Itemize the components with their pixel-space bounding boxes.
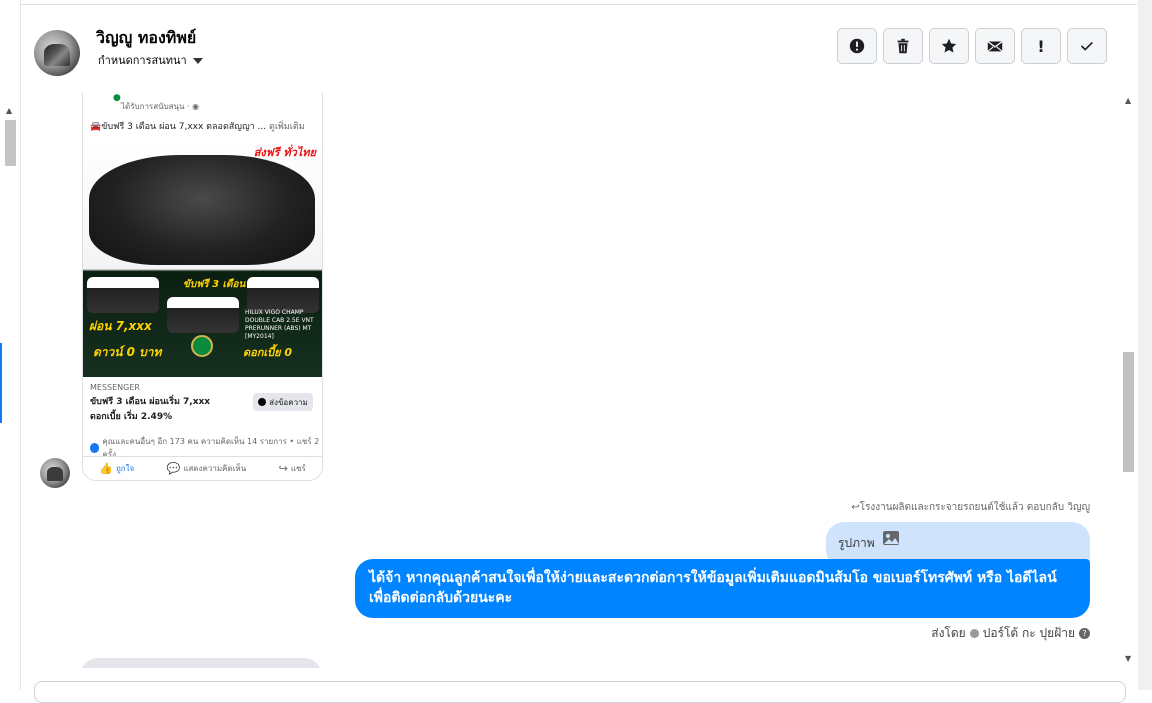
car-thumb-left: [87, 277, 159, 313]
post-actions: 👍 ถูกใจ 💬 แสดงความคิดเห็น ↪ แชร์: [83, 456, 322, 479]
envelope-icon: [987, 40, 1003, 52]
trash-icon: [897, 38, 909, 54]
send-message-button[interactable]: ส่งข้อความ: [253, 393, 313, 411]
post-sponsored-label: ได้รับการสนับสนุน · ◉: [121, 102, 200, 111]
messenger-icon: [258, 398, 267, 406]
sent-by-label: ส่งโดย ปอร์โต้ กะ ปุยฝ้าย ?: [931, 624, 1090, 643]
post-share-button[interactable]: ↪ แชร์: [279, 462, 306, 475]
post-ad-image[interactable]: ส่งฟรี ทั่วไทย ขับฟรี 3 เดือน ผ่อน 7,xxx…: [83, 137, 322, 377]
post-like-button[interactable]: 👍 ถูกใจ: [99, 462, 134, 475]
send-message-label: ส่งข้อความ: [269, 397, 308, 407]
reply-arrow-icon: ↩: [851, 502, 860, 513]
cta-title: ขับฟรี 3 เดือน ผ่อนเริ่ม 7,xxx ดอกเบี้ย …: [90, 397, 211, 422]
delete-button[interactable]: [883, 28, 923, 64]
message-thread[interactable]: ● ได้รับการสนับสนุน · ◉ 🚘ขับฟรี 3 เดือน …: [21, 92, 1121, 668]
active-conversation-indicator: [0, 343, 2, 423]
reply-context: ↩โรงงานผลิตและกระจายรถยนต์ใช้แล้ว ตอบกลั…: [851, 502, 1090, 513]
message-composer[interactable]: [34, 681, 1126, 703]
car-thumb-center: [167, 297, 239, 333]
share-label: แชร์: [290, 463, 306, 473]
post-text: 🚘ขับฟรี 3 เดือน ผ่อน 7,xxx ตลอดสัญญา ...…: [90, 122, 305, 132]
post-page-name: ●: [113, 93, 121, 103]
share-icon: ↪: [278, 461, 288, 475]
comment-icon: 💬: [166, 461, 181, 475]
report-button[interactable]: [837, 28, 877, 64]
conversation-settings-label: กำหนดการสนทนา: [98, 54, 187, 67]
check-icon: [1081, 41, 1093, 51]
incoming-message-bubble[interactable]: [80, 658, 322, 668]
car-photo: [89, 155, 315, 265]
see-more-link[interactable]: ดูเพิ่มเติม: [269, 122, 305, 132]
ad-logo-icon: [191, 335, 213, 357]
contact-name[interactable]: วิญญู ทองทิพย์: [96, 26, 196, 51]
header-actions: !: [837, 28, 1107, 64]
ad-model-text: HILUX VIGO CHAMP DOUBLE CAB 2.5E VNT PRE…: [245, 309, 314, 340]
star-button[interactable]: [929, 28, 969, 64]
help-icon[interactable]: ?: [1079, 628, 1090, 639]
shared-post-card[interactable]: ● ได้รับการสนับสนุน · ◉ 🚘ขับฟรี 3 เดือน …: [82, 92, 323, 481]
exclamation-icon: !: [1037, 36, 1045, 56]
cta-source: MESSENGER: [90, 383, 140, 392]
like-reaction-icon: [90, 443, 100, 453]
caret-down-icon: [192, 58, 203, 64]
done-button[interactable]: [1067, 28, 1107, 64]
scroll-down-icon[interactable]: ▼: [1125, 654, 1131, 663]
conversation-header: วิญญู ทองทิพย์ กำหนดการสนทนา !: [21, 4, 1137, 93]
right-gutter: [1138, 0, 1152, 690]
conversation-settings-menu[interactable]: กำหนดการสนทนา: [98, 51, 203, 69]
thread-scrollbar[interactable]: ▲ ▼: [1121, 92, 1137, 668]
like-label: ถูกใจ: [115, 463, 135, 473]
avatar[interactable]: [34, 30, 80, 76]
image-label: รูปภาพ: [838, 536, 875, 550]
comment-label: แสดงความคิดเห็น: [183, 463, 247, 473]
ad-free-shipping: ส่งฟรี ทั่วไทย: [253, 146, 316, 159]
car-thumb-right: [247, 277, 319, 313]
page-scrollbar[interactable]: ▲: [0, 0, 21, 690]
sent-by-prefix: ส่งโดย: [931, 626, 966, 640]
sent-by-name: ปอร์โต้ กะ ปุยฝ้าย: [982, 626, 1075, 640]
alert-circle-icon: [849, 38, 865, 54]
ad-promo-installment: ผ่อน 7,xxx: [89, 319, 152, 333]
thumbs-up-icon: 👍: [99, 461, 113, 475]
sender-avatar[interactable]: [40, 458, 70, 488]
thread-scrollbar-thumb[interactable]: [1123, 352, 1134, 472]
scroll-up-icon[interactable]: ▲: [6, 106, 12, 115]
spam-button[interactable]: !: [1021, 28, 1061, 64]
globe-icon: ◉: [192, 102, 200, 111]
ad-promo-interest: ดอกเบี้ย 0: [243, 346, 293, 359]
ad-promo-down: ดาวน์ 0 บาท: [93, 345, 162, 359]
scroll-up-icon[interactable]: ▲: [1125, 96, 1131, 105]
ad-promo-drive: ขับฟรี 3 เดือน: [183, 279, 246, 290]
sent-message-bubble[interactable]: ได้จ้า หากคุณลูกค้าสนใจเพื่อให้ง่ายและสะ…: [355, 559, 1090, 618]
post-comment-button[interactable]: 💬 แสดงความคิดเห็น: [167, 462, 246, 475]
star-icon: [941, 38, 957, 53]
mark-unread-button[interactable]: [975, 28, 1015, 64]
sent-check-icon: [969, 629, 979, 638]
image-icon: [883, 531, 899, 545]
page-scrollbar-thumb[interactable]: [5, 120, 16, 166]
